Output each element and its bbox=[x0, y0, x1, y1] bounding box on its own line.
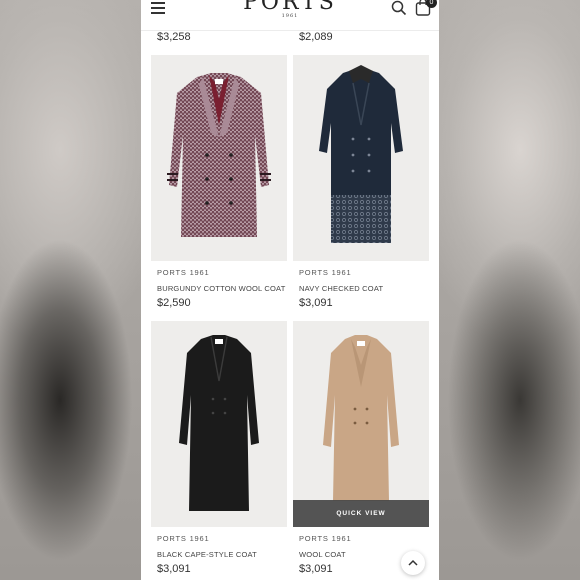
scroll-to-top-button[interactable] bbox=[401, 551, 425, 575]
search-icon[interactable] bbox=[391, 0, 407, 16]
product-name[interactable]: BURGUNDY COTTON WOOL COAT bbox=[157, 284, 285, 293]
product-name[interactable]: NAVY CHECKED COAT bbox=[299, 284, 383, 293]
product-image-navy-coat[interactable] bbox=[293, 55, 429, 261]
previous-row-price: $3,258 bbox=[157, 31, 191, 43]
product-price: $3,091 bbox=[299, 297, 333, 309]
product-name[interactable]: BLACK CAPE-STYLE COAT bbox=[157, 550, 257, 559]
product-listing-page: PORTS 1961 0 $3,258 $2,089 PORTS 1961 BU… bbox=[141, 0, 439, 580]
product-image-burgundy-coat[interactable] bbox=[151, 55, 287, 261]
product-price: $2,590 bbox=[157, 297, 191, 309]
chevron-up-icon bbox=[408, 559, 418, 566]
product-price: $3,091 bbox=[157, 563, 191, 575]
product-name[interactable]: WOOL COAT bbox=[299, 550, 346, 559]
quick-view-button[interactable]: QUICK VIEW bbox=[293, 500, 429, 527]
site-header: PORTS 1961 0 bbox=[141, 0, 439, 31]
product-brand: PORTS 1961 bbox=[299, 268, 352, 277]
product-brand: PORTS 1961 bbox=[157, 534, 210, 543]
product-brand: PORTS 1961 bbox=[299, 534, 352, 543]
product-image-wool-coat[interactable]: QUICK VIEW bbox=[293, 321, 429, 527]
product-image-black-coat[interactable] bbox=[151, 321, 287, 527]
product-price: $3,091 bbox=[299, 563, 333, 575]
previous-row-price: $2,089 bbox=[299, 31, 333, 43]
product-brand: PORTS 1961 bbox=[157, 268, 210, 277]
